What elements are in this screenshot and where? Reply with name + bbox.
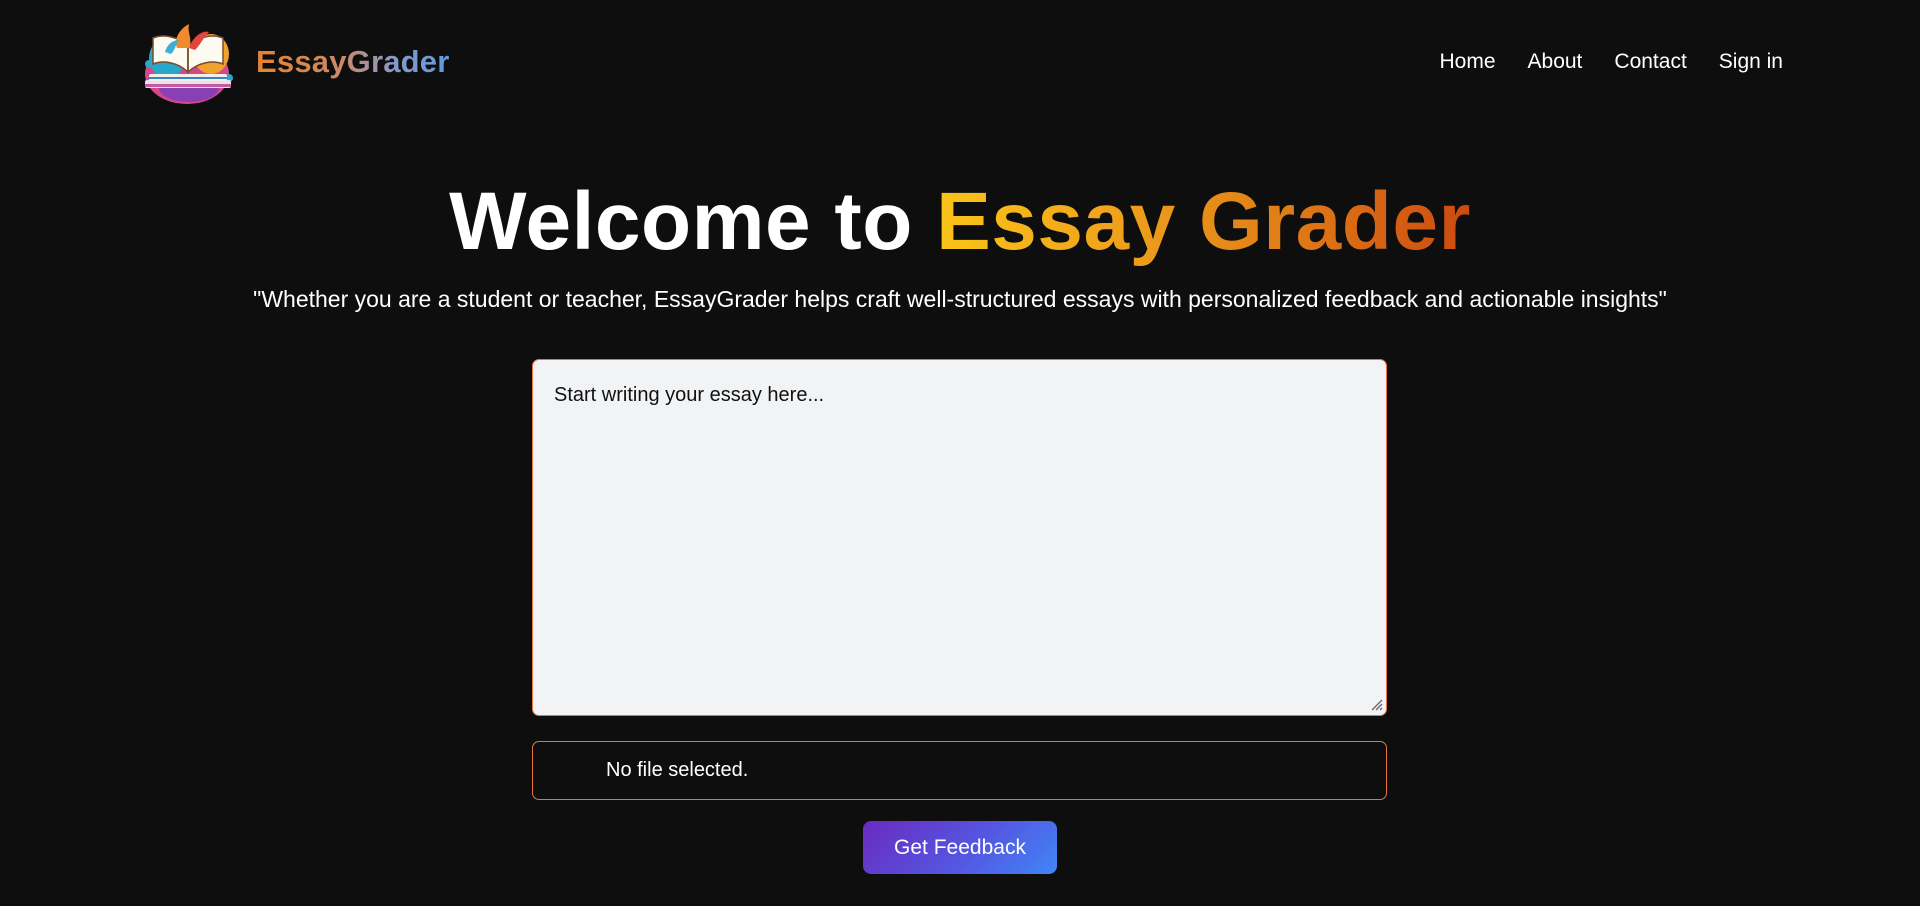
file-status-text: No file selected. — [606, 759, 749, 781]
hero-title-accent: Essay Grader — [936, 176, 1471, 267]
nav-sign-in-link[interactable]: Sign in — [1719, 48, 1783, 76]
nav-about-link[interactable]: About — [1528, 48, 1583, 76]
hero-tagline: "Whether you are a student or teacher, E… — [253, 286, 1667, 312]
page: EssayGrader Home About Contact Sign in W… — [0, 0, 1920, 906]
hero-title: Welcome to Essay Grader — [0, 176, 1920, 268]
site-header: EssayGrader Home About Contact Sign in — [0, 0, 1920, 125]
open-book-logo-icon — [145, 24, 233, 104]
essay-textarea[interactable] — [532, 359, 1387, 716]
resize-grip-icon[interactable] — [1369, 697, 1383, 711]
brand-link[interactable]: EssayGrader — [137, 18, 450, 106]
hero-title-prefix: Welcome to — [449, 176, 913, 267]
file-upload-input[interactable]: No file selected. — [532, 741, 1387, 800]
main-nav: Home About Contact Sign in — [1439, 48, 1783, 76]
get-feedback-button[interactable]: Get Feedback — [863, 821, 1057, 874]
nav-contact-link[interactable]: Contact — [1614, 48, 1686, 76]
brand-name: EssayGrader — [256, 44, 450, 79]
nav-home-link[interactable]: Home — [1439, 48, 1495, 76]
